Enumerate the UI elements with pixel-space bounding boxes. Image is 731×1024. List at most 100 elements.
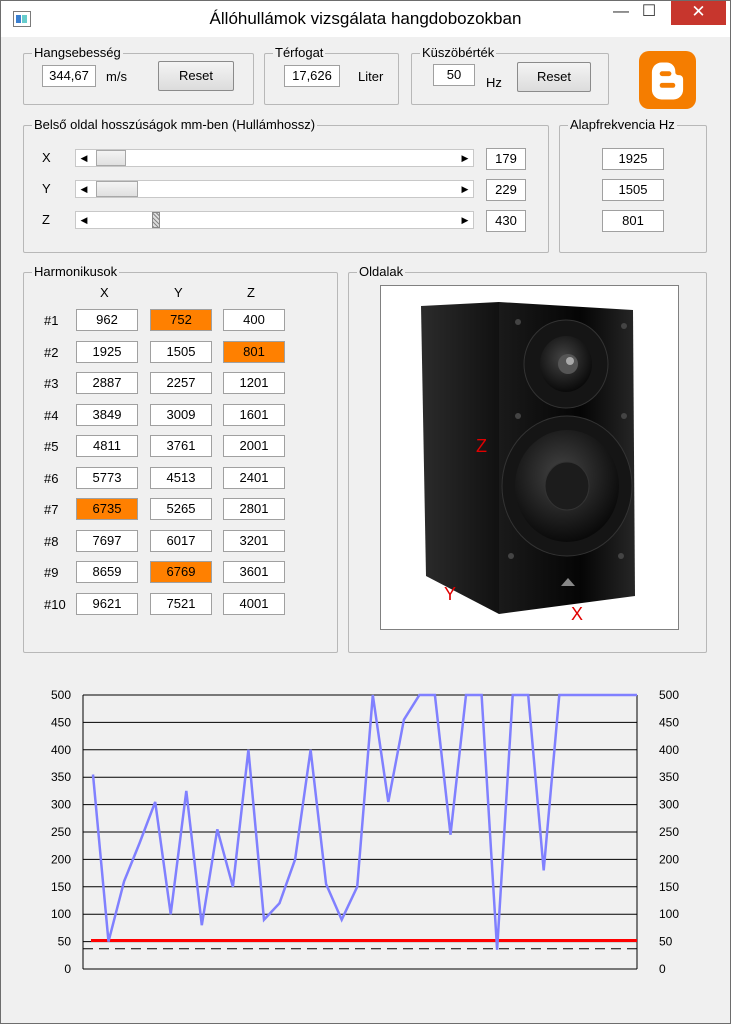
dimensions-legend: Belső oldal hosszúságok mm-ben (Hullámho… <box>32 117 318 133</box>
harmonic-cell[interactable]: 8659 <box>76 561 138 583</box>
frequency-chart: 0 0 50 50 100 100 150 150 200 200 250 250 300 300 350 3… <box>51 688 679 976</box>
y-tick-label-left: 500 <box>51 688 71 702</box>
harmonic-cell[interactable]: 6769 <box>150 561 212 583</box>
axis-label-z: Z <box>476 436 487 456</box>
y-tick-label-left: 350 <box>51 770 71 784</box>
dimension-slider-x[interactable]: ◀ ▶ <box>75 149 474 167</box>
slider-right-arrow-icon[interactable]: ▶ <box>457 181 473 197</box>
harmonic-cell[interactable]: 4513 <box>150 466 212 489</box>
minimize-button[interactable]: — <box>607 1 635 25</box>
harmonic-cell[interactable]: 6017 <box>150 529 212 552</box>
harmonic-cell[interactable]: 2001 <box>223 435 285 457</box>
threshold-unit: Hz <box>486 75 502 90</box>
dimension-input-y[interactable]: 229 <box>486 179 526 201</box>
y-tick-label-right: 400 <box>659 743 679 757</box>
harmonic-cell[interactable]: 962 <box>76 309 138 331</box>
harmonic-cell[interactable]: 2401 <box>223 466 285 489</box>
series-line <box>91 693 637 950</box>
dimension-slider-y[interactable]: ◀ ▶ <box>75 180 474 198</box>
slider-left-arrow-icon[interactable]: ◀ <box>76 181 92 197</box>
dimension-label-x: X <box>42 150 51 165</box>
harmonic-cell[interactable]: 1601 <box>223 403 285 426</box>
slider-left-arrow-icon[interactable]: ◀ <box>76 150 92 166</box>
harmonic-row-label: #2 <box>44 344 59 360</box>
slider-track-fill <box>96 212 154 228</box>
harmonics-header-x: X <box>100 285 109 300</box>
harmonics-group: Harmonikusok X Y Z #1 962 752 400 #2 1925 1505 801… <box>23 264 338 653</box>
y-tick-label-left: 100 <box>51 907 71 921</box>
harmonic-row-label: #5 <box>44 439 59 454</box>
harmonic-cell[interactable]: 1201 <box>223 372 285 394</box>
harmonic-row-label: #10 <box>44 596 66 612</box>
y-tick-label-left: 0 <box>64 962 71 976</box>
sound-speed-reset-button[interactable]: Reset <box>158 61 234 91</box>
sound-speed-input[interactable]: 344,67 <box>42 65 96 87</box>
harmonic-cell[interactable]: 2887 <box>76 372 138 394</box>
harmonic-cell[interactable]: 2801 <box>223 498 285 520</box>
fundamental-group: Alapfrekvencia Hz 1925 1505 801 <box>559 117 707 253</box>
dimension-slider-z[interactable]: ◀ ▶ <box>75 211 474 229</box>
harmonic-cell[interactable]: 2257 <box>150 372 212 394</box>
harmonic-cell[interactable]: 7521 <box>150 592 212 615</box>
y-tick-label-left: 450 <box>51 715 71 729</box>
harmonic-cell[interactable]: 7697 <box>76 529 138 552</box>
threshold-input[interactable]: 50 <box>433 64 475 86</box>
harmonic-row-label: #8 <box>44 533 59 549</box>
y-tick-label-right: 250 <box>659 825 679 839</box>
volume-input[interactable]: 17,626 <box>284 65 340 87</box>
y-tick-label-right: 50 <box>659 935 673 949</box>
dimension-input-x[interactable]: 179 <box>486 148 526 170</box>
slider-left-arrow-icon[interactable]: ◀ <box>76 212 92 228</box>
fundamental-z[interactable]: 801 <box>602 210 664 232</box>
y-tick-label-right: 350 <box>659 770 679 784</box>
blogger-b-glyph <box>651 62 684 100</box>
harmonic-cell[interactable]: 1505 <box>150 340 212 363</box>
harmonic-cell[interactable]: 752 <box>150 309 212 331</box>
harmonic-cell[interactable]: 4001 <box>223 592 285 615</box>
harmonic-cell[interactable]: 801 <box>223 340 285 363</box>
harmonic-row-label: #9 <box>44 565 59 580</box>
harmonic-cell[interactable]: 3201 <box>223 529 285 552</box>
slider-right-arrow-icon[interactable]: ▶ <box>457 212 473 228</box>
dimensions-group: Belső oldal hosszúságok mm-ben (Hullámho… <box>23 117 549 253</box>
dimension-label-y: Y <box>42 181 51 196</box>
harmonic-cell[interactable]: 400 <box>223 309 285 331</box>
threshold-legend: Küszöbérték <box>420 45 497 61</box>
y-tick-label-left: 50 <box>58 935 72 949</box>
y-tick-label-right: 100 <box>659 907 679 921</box>
fundamental-x[interactable]: 1925 <box>602 148 664 170</box>
speaker-image: Z Y X <box>380 285 679 630</box>
y-tick-label-left: 400 <box>51 743 71 757</box>
harmonic-cell[interactable]: 3761 <box>150 435 212 457</box>
harmonic-row-label: #1 <box>44 313 59 328</box>
y-tick-label-right: 0 <box>659 962 666 976</box>
slider-right-arrow-icon[interactable]: ▶ <box>457 150 473 166</box>
harmonic-cell[interactable]: 1925 <box>76 340 138 363</box>
slider-thumb[interactable] <box>96 181 138 197</box>
harmonic-cell[interactable]: 4811 <box>76 435 138 457</box>
fundamental-y[interactable]: 1505 <box>602 179 664 201</box>
slider-thumb[interactable] <box>96 150 126 166</box>
close-button[interactable]: ✕ <box>671 1 726 25</box>
harmonic-cell[interactable]: 3849 <box>76 403 138 426</box>
blogger-logo-icon[interactable] <box>639 51 696 109</box>
slider-thumb[interactable] <box>152 212 160 228</box>
harmonic-cell[interactable]: 3009 <box>150 403 212 426</box>
maximize-button[interactable]: ☐ <box>635 1 663 25</box>
title-bar: Állóhullámok vizsgálata hangdobozokban —… <box>1 1 730 37</box>
harmonic-cell[interactable]: 9621 <box>76 592 138 615</box>
y-tick-label-right: 300 <box>659 798 679 812</box>
harmonic-cell[interactable]: 5773 <box>76 466 138 489</box>
harmonics-header-y: Y <box>174 285 183 300</box>
fundamental-legend: Alapfrekvencia Hz <box>568 117 677 133</box>
harmonic-cell[interactable]: 3601 <box>223 561 285 583</box>
harmonic-cell[interactable]: 5265 <box>150 498 212 520</box>
dimension-input-z[interactable]: 430 <box>486 210 526 232</box>
y-tick-label-left: 200 <box>51 852 71 866</box>
threshold-reset-button[interactable]: Reset <box>517 62 591 92</box>
harmonics-legend: Harmonikusok <box>32 264 120 280</box>
harmonic-cell[interactable]: 6735 <box>76 498 138 520</box>
harmonic-row-label: #3 <box>44 376 59 391</box>
threshold-group: Küszöbérték 50 Hz Reset <box>411 45 609 105</box>
harmonic-row-label: #7 <box>44 502 59 517</box>
